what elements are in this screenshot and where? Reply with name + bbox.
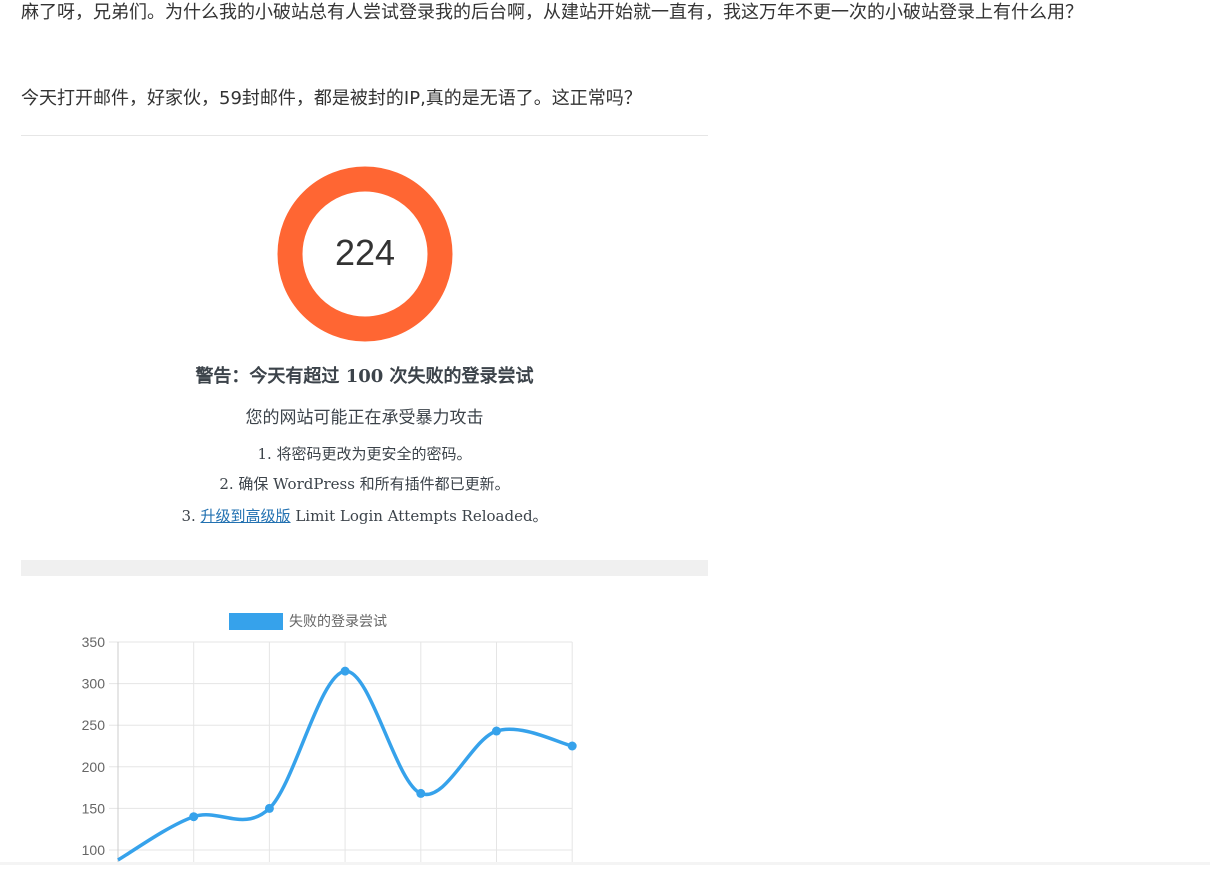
upgrade-link[interactable]: 升级到高级版 — [201, 507, 291, 525]
data-point — [567, 741, 577, 751]
y-tick-labels: 100 150 200 250 300 350 — [82, 634, 106, 858]
image-bottom-band — [21, 560, 708, 576]
y-tick-label: 350 — [82, 634, 106, 650]
warning-title: 警告：今天有超过 100 次失败的登录尝试 — [195, 366, 534, 387]
failed-count: 224 — [335, 232, 395, 273]
failed-login-chart: 失败的登录尝试 100 150 200 250 300 350 — [21, 600, 621, 869]
data-point — [492, 726, 501, 736]
data-point — [189, 812, 199, 822]
failed-attempts-donut: 224 — [277, 166, 453, 342]
legend-swatch — [229, 613, 283, 630]
warning-subtitle: 您的网站可能正在承受暴力攻击 — [245, 408, 484, 428]
step-3: 3. 升级到高级版 Limit Login Attempts Reloaded。 — [21, 505, 708, 526]
step-2: 2. 确保 WordPress 和所有插件都已更新。 — [219, 475, 510, 493]
data-point — [264, 803, 274, 813]
y-tick-label: 300 — [82, 676, 106, 692]
step-3-suffix: Limit Login Attempts Reloaded。 — [290, 507, 548, 525]
y-tick-label: 200 — [82, 759, 106, 775]
step-3-prefix: 3. — [181, 507, 201, 525]
step-1: 1. 将密码更改为更安全的密码。 — [257, 445, 472, 463]
post-paragraph-1: 麻了呀，兄弟们。为什么我的小破站总有人尝试登录我的后台啊，从建站开始就一直有，我… — [21, 2, 1083, 23]
data-point — [340, 666, 350, 676]
y-tick-label: 250 — [82, 717, 106, 733]
post-paragraph-2: 今天打开邮件，好家伙，59封邮件，都是被封的IP,真的是无语了。这正常吗？ — [21, 88, 642, 109]
y-tick-label: 150 — [82, 800, 106, 816]
series-layer — [117, 666, 577, 862]
line-chart: 失败的登录尝试 100 150 200 250 300 350 — [82, 613, 577, 865]
y-tick-label: 100 — [82, 842, 106, 858]
data-point — [416, 788, 426, 798]
legend-label: 失败的登录尝试 — [289, 613, 387, 629]
login-alert-screenshot: 224 警告：今天有超过 100 次失败的登录尝试 您的网站可能正在承受暴力攻击… — [21, 136, 708, 576]
grid-lines — [109, 641, 573, 865]
